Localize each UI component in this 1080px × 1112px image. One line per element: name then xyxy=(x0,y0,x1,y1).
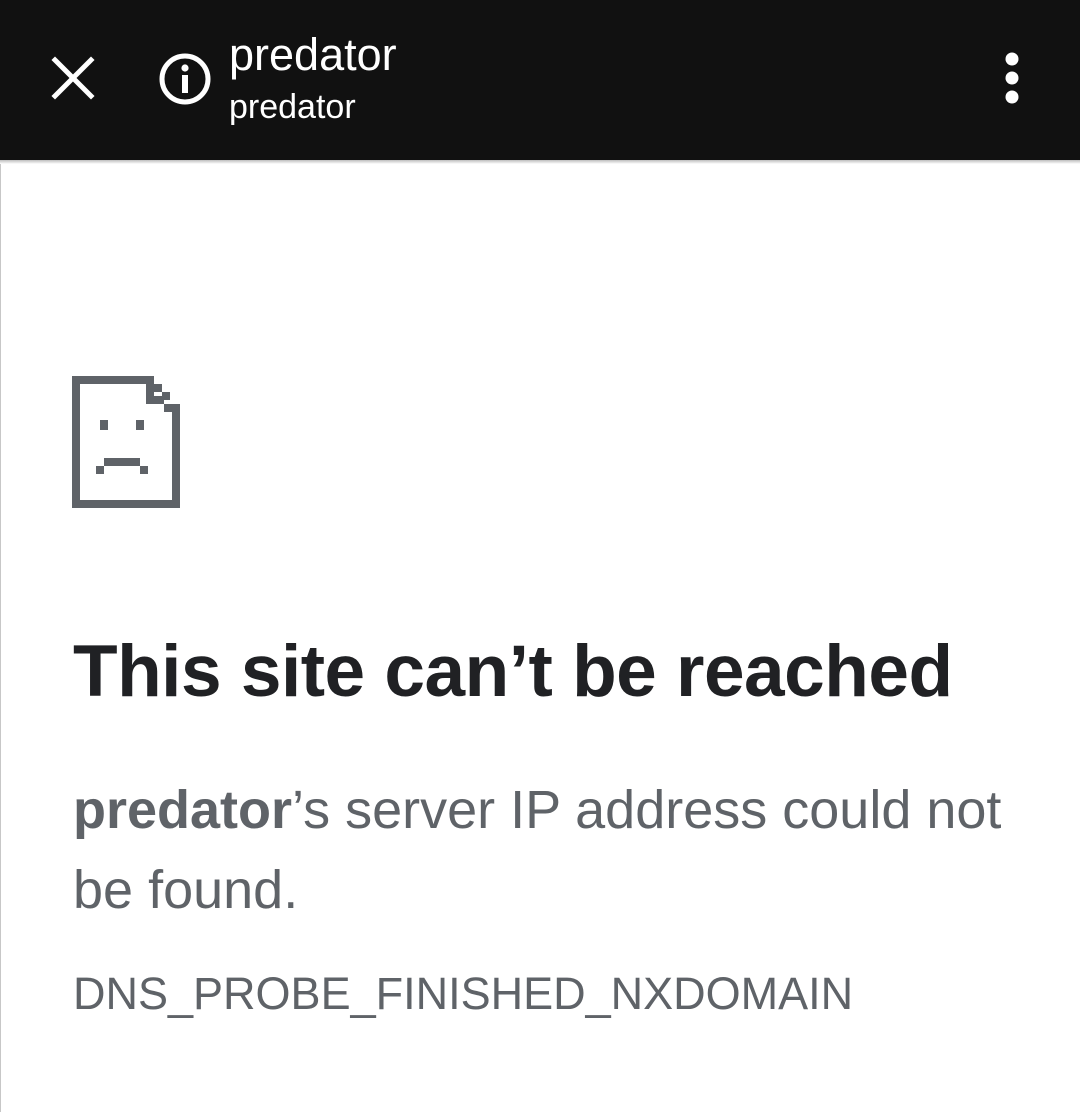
more-vert-icon xyxy=(1005,52,1019,104)
page-info-button[interactable] xyxy=(152,48,218,110)
error-code: DNS_PROBE_FINISHED_NXDOMAIN xyxy=(73,968,854,1019)
info-icon xyxy=(159,53,211,105)
url-title-block[interactable]: predator predator xyxy=(229,28,929,138)
overflow-menu-button[interactable] xyxy=(980,40,1044,116)
page-edge xyxy=(0,164,1,1112)
error-heading: This site can’t be reached xyxy=(73,631,953,712)
sad-document-icon xyxy=(72,376,180,508)
close-icon xyxy=(51,56,95,100)
error-message: predator’s server IP address could not b… xyxy=(73,770,1023,930)
page-title: predator xyxy=(229,29,397,80)
error-host: predator xyxy=(73,780,293,840)
page-url: predator xyxy=(229,88,356,126)
custom-tab-toolbar: predator predator xyxy=(0,0,1080,160)
close-button[interactable] xyxy=(28,36,118,120)
